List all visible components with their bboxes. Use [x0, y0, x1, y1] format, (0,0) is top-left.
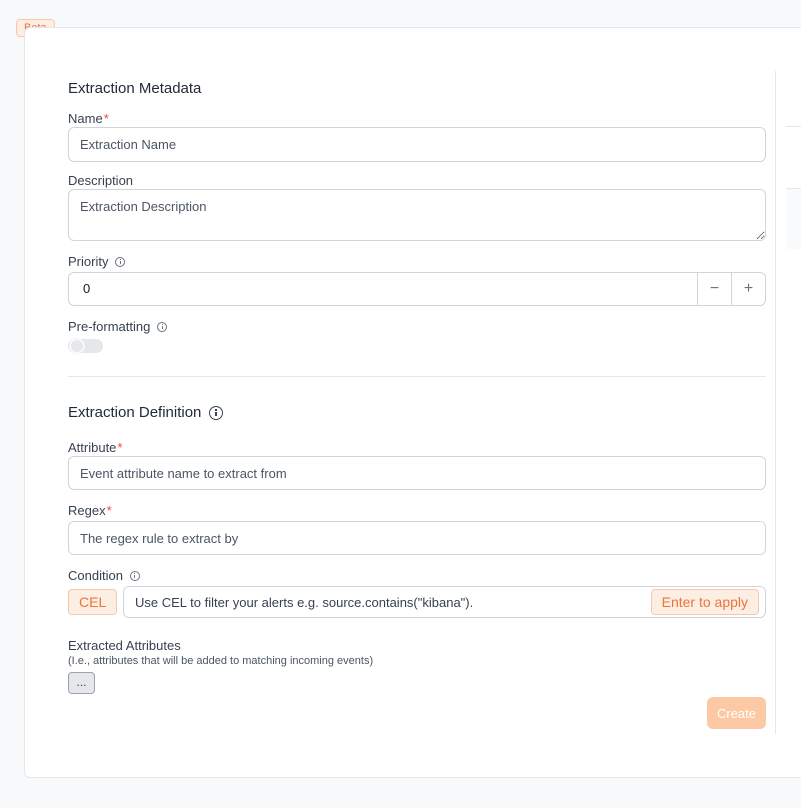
regex-label-text: Regex: [68, 503, 106, 518]
section-divider: [68, 376, 766, 377]
preformatting-label: Pre-formatting: [68, 319, 168, 334]
attribute-label-text: Attribute: [68, 440, 117, 455]
extracted-attributes-button[interactable]: ...: [68, 672, 95, 694]
attribute-input[interactable]: [68, 456, 766, 490]
cel-badge: CEL: [68, 589, 118, 615]
attribute-label: Attribute *: [68, 440, 122, 455]
definition-title-text: Extraction Definition: [68, 404, 202, 421]
required-marker: *: [106, 503, 112, 518]
name-label-text: Name: [68, 111, 103, 126]
side-panel-line: [786, 126, 801, 127]
regex-label: Regex *: [68, 503, 112, 518]
info-icon[interactable]: [129, 570, 140, 581]
description-input[interactable]: [68, 189, 766, 241]
name-input[interactable]: [68, 127, 766, 162]
description-label: Description: [68, 173, 133, 188]
priority-stepper[interactable]: 0 − +: [68, 272, 766, 306]
condition-placeholder[interactable]: Use CEL to filter your alerts e.g. sourc…: [135, 587, 473, 619]
required-marker: *: [103, 111, 109, 126]
side-panel-row: [786, 189, 801, 249]
condition-input[interactable]: Use CEL to filter your alerts e.g. sourc…: [123, 586, 766, 618]
priority-label-text: Priority: [68, 254, 109, 269]
preformatting-label-text: Pre-formatting: [68, 319, 151, 334]
extracted-attributes-hint: (I.e., attributes that will be added to …: [68, 655, 374, 667]
preformatting-toggle[interactable]: [68, 338, 103, 354]
required-marker: *: [117, 440, 123, 455]
condition-label-text: Condition: [68, 568, 123, 583]
name-label: Name *: [68, 111, 109, 126]
section-title-definition: Extraction Definition: [68, 404, 224, 421]
priority-value[interactable]: 0: [69, 273, 697, 305]
section-title-metadata: Extraction Metadata: [68, 80, 202, 97]
info-icon[interactable]: [115, 256, 126, 267]
extracted-attributes-label: Extracted Attributes: [68, 638, 181, 653]
info-icon[interactable]: [209, 405, 224, 420]
info-icon[interactable]: [157, 321, 168, 332]
extracted-attributes-text: Extracted Attributes: [68, 638, 181, 653]
create-button[interactable]: Create: [707, 697, 766, 729]
enter-to-apply-badge[interactable]: Enter to apply: [650, 589, 759, 615]
panel-divider: [775, 71, 776, 734]
plus-icon[interactable]: +: [731, 273, 765, 305]
regex-input[interactable]: [68, 521, 766, 555]
priority-label: Priority: [68, 254, 126, 269]
minus-icon[interactable]: −: [697, 273, 731, 305]
condition-label: Condition: [68, 568, 140, 583]
description-label-text: Description: [68, 173, 134, 188]
toggle-knob[interactable]: [69, 338, 85, 354]
